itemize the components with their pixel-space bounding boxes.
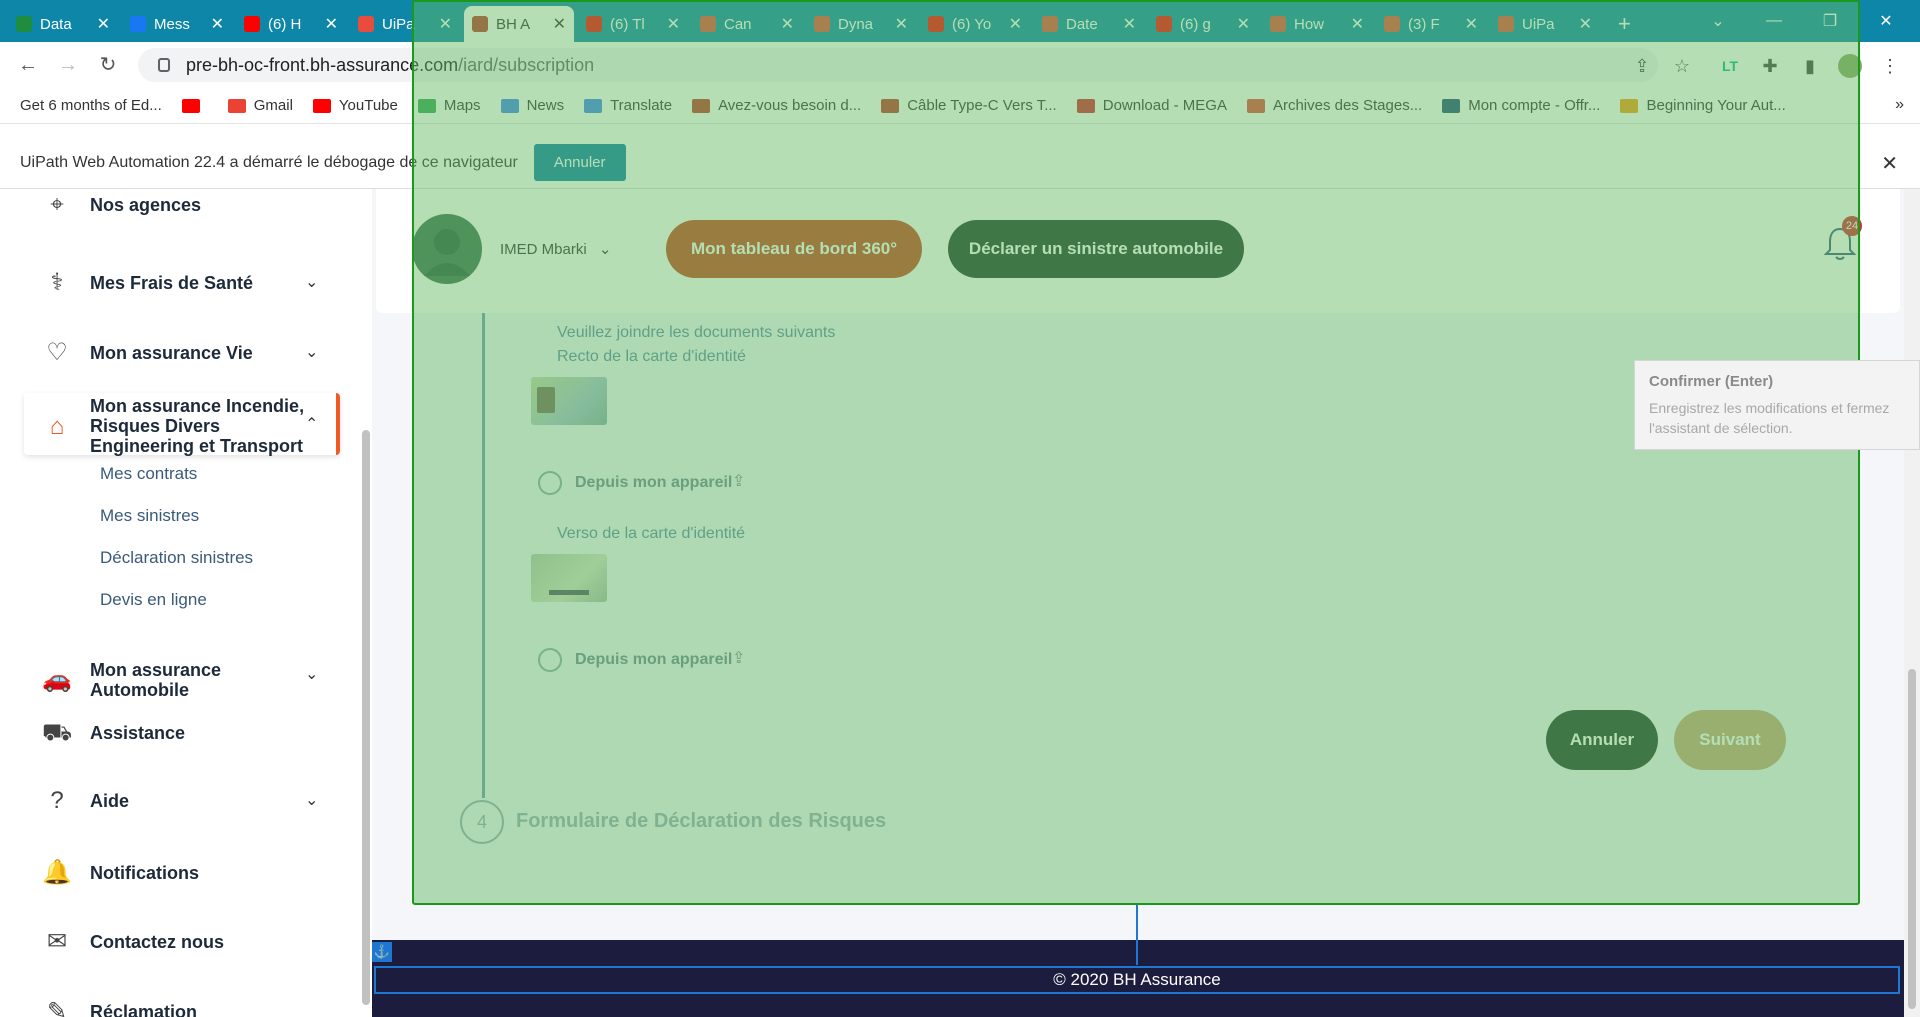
sidebar-item-label: Nos agences [90,194,202,215]
infobar-close-icon[interactable]: ✕ [1881,151,1898,176]
selection-highlight-overlay [412,0,1860,905]
tab-close-icon[interactable]: ✕ [211,14,224,34]
browser-tab[interactable]: (6) H ✕ [236,6,346,42]
sidebar-item-label: Contactez nous [90,931,225,952]
home-icon: ⌂ [49,413,65,440]
bookmark-label: Gmail [253,97,293,114]
sidebar-item[interactable]: ✎ Réclamation [42,997,197,1017]
tab-favicon-icon [244,16,260,32]
sidebar-subitem[interactable]: Devis en ligne [100,590,207,610]
footer-copyright: © 2020 BH Assurance [374,966,1900,994]
tab-favicon-icon [16,16,32,32]
bookmark-favicon-icon [227,98,246,113]
lock-icon [158,58,170,72]
assistance-icon: ⛟ [42,719,73,746]
bookmark-favicon-icon [181,98,200,113]
tab-close-icon[interactable]: ✕ [97,14,110,34]
selection-connector [1136,905,1138,965]
tab-title: Mess [154,15,190,33]
sidebar-item[interactable]: ♡ Mon assurance Vie [42,338,253,368]
tab-favicon-icon [130,16,146,32]
sidebar-item-label-line: Risques Divers [90,416,221,436]
sidebar-item-active[interactable]: ⌂ Mon assurance Incendie, Risques Divers En… [42,396,304,456]
bookmark-favicon-icon [312,98,331,113]
bell-icon: 🔔 [42,859,72,886]
tab-favicon-icon [358,16,374,32]
chevron-up-icon[interactable]: ⌃ [305,414,318,434]
bookmark-item[interactable]: YouTube [312,97,398,114]
life-icon: ♡ [46,339,68,366]
sidebar-item[interactable]: ⌖ Nos agences [42,190,201,220]
mail-icon: ✉ [46,928,68,955]
tab-title: Data [40,15,72,33]
sidebar-scrollbar[interactable] [362,430,370,1005]
sidebar-item-label: Mes Frais de Santé [90,272,254,293]
browser-tab[interactable]: Mess ✕ [122,6,232,42]
tab-title: (6) H [268,15,302,33]
confirm-tooltip: Confirmer (Enter) Enregistrez les modifi… [1634,360,1920,450]
bookmark-item[interactable] [181,98,208,113]
chevron-down-icon[interactable]: ⌄ [305,664,318,684]
close-window-icon[interactable]: ✕ [1858,0,1914,42]
sidebar-item-label: Mon assurance Vie [90,342,253,363]
sidebar-item[interactable]: 🚗 Mon assurance Automobile [42,660,260,700]
complaint-icon: ✎ [46,998,68,1017]
location-icon: ⌖ [50,191,64,218]
chevron-down-icon[interactable]: ⌄ [305,342,318,362]
bookmark-label: Get 6 months of Ed... [20,97,162,114]
back-icon[interactable]: ← [12,50,44,80]
sidebar-item-label: Aide [90,790,130,811]
forward-icon[interactable]: → [52,50,84,80]
sidebar-item-label: Réclamation [90,1001,198,1017]
car-icon: 🚗 [42,666,72,693]
sidebar-item-label: Mon assurance Incendie, Risques Divers Eng… [90,396,304,456]
bookmark-item[interactable]: Get 6 months of Ed... [20,97,162,114]
sidebar-item[interactable]: ⚕ Mes Frais de Santé [42,268,254,298]
tab-close-icon[interactable]: ✕ [325,14,338,34]
sidebar-subitem[interactable]: Mes contrats [100,464,197,484]
health-icon: ⚕ [50,269,64,296]
sidebar-item-label-line: Engineering et Transport [90,436,304,456]
browser-tab[interactable]: Data ✕ [8,6,118,42]
help-icon: ? [50,787,64,814]
page-scrollbar[interactable] [1904,189,1920,1017]
sidebar-item[interactable]: ✉ Contactez nous [42,927,224,957]
sidebar-item[interactable]: ⛟ Assistance [42,718,185,748]
sidebar-item-label-line: Mon assurance Incendie, [90,396,305,416]
menu-icon[interactable]: ⋮ [1878,54,1902,78]
sidebar-subitem[interactable]: Mes sinistres [100,506,199,526]
sidebar-item[interactable]: ? Aide [42,786,129,816]
tooltip-title: Confirmer (Enter) [1649,373,1774,390]
bookmarks-more-icon[interactable]: » [1895,96,1904,114]
page-scrollbar-thumb[interactable] [1908,669,1916,1009]
sidebar-item-label: Mon assurance Automobile [90,660,222,700]
sidebar-item-label: Assistance [90,722,186,743]
bookmark-label: YouTube [338,97,398,114]
sidebar-item-label: Notifications [90,862,200,883]
bookmark-item[interactable]: Gmail [227,97,293,114]
chevron-down-icon[interactable]: ⌄ [305,272,318,292]
sidebar-subitem[interactable]: Déclaration sinistres [100,548,253,568]
chevron-down-icon[interactable]: ⌄ [305,790,318,810]
sidebar-item[interactable]: 🔔 Notifications [42,858,199,888]
reload-icon[interactable]: ↻ [92,50,124,80]
tooltip-body: Enregistrez les modifications et fermez … [1649,400,1890,436]
anchor-icon: ⚓ [372,942,392,962]
